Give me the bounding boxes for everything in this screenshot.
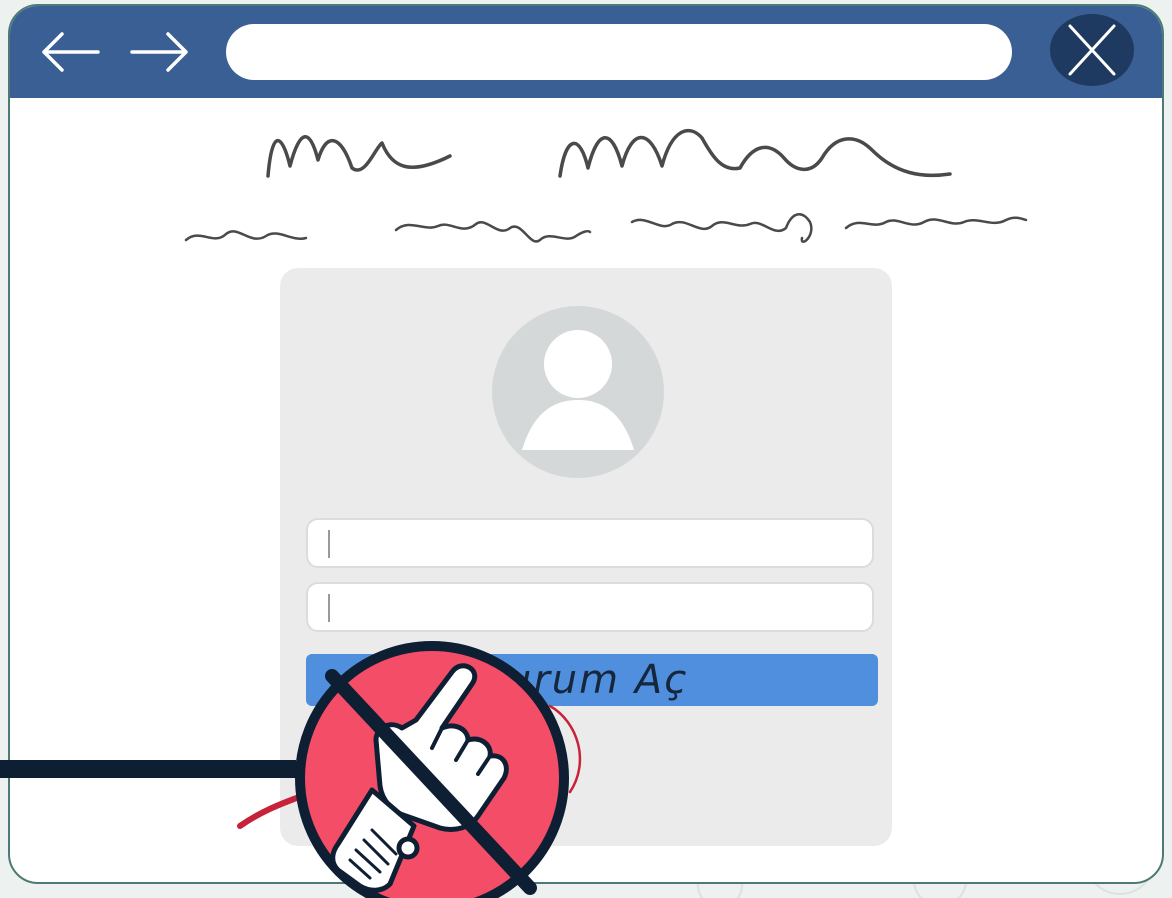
user-avatar-icon (492, 306, 664, 478)
address-bar[interactable] (226, 24, 1012, 80)
text-caret (328, 594, 330, 622)
username-input[interactable] (306, 518, 874, 568)
arrow-right-icon (130, 32, 188, 72)
browser-toolbar (10, 6, 1162, 98)
arrow-left-icon (42, 32, 100, 72)
close-icon (1068, 24, 1116, 76)
back-button[interactable] (38, 24, 102, 80)
placeholder-scribble-text (184, 128, 1028, 243)
forward-button[interactable] (128, 24, 192, 80)
text-caret (328, 530, 330, 558)
no-click-hand-icon (237, 641, 582, 898)
close-button[interactable] (1050, 14, 1134, 86)
password-input[interactable] (306, 582, 874, 632)
